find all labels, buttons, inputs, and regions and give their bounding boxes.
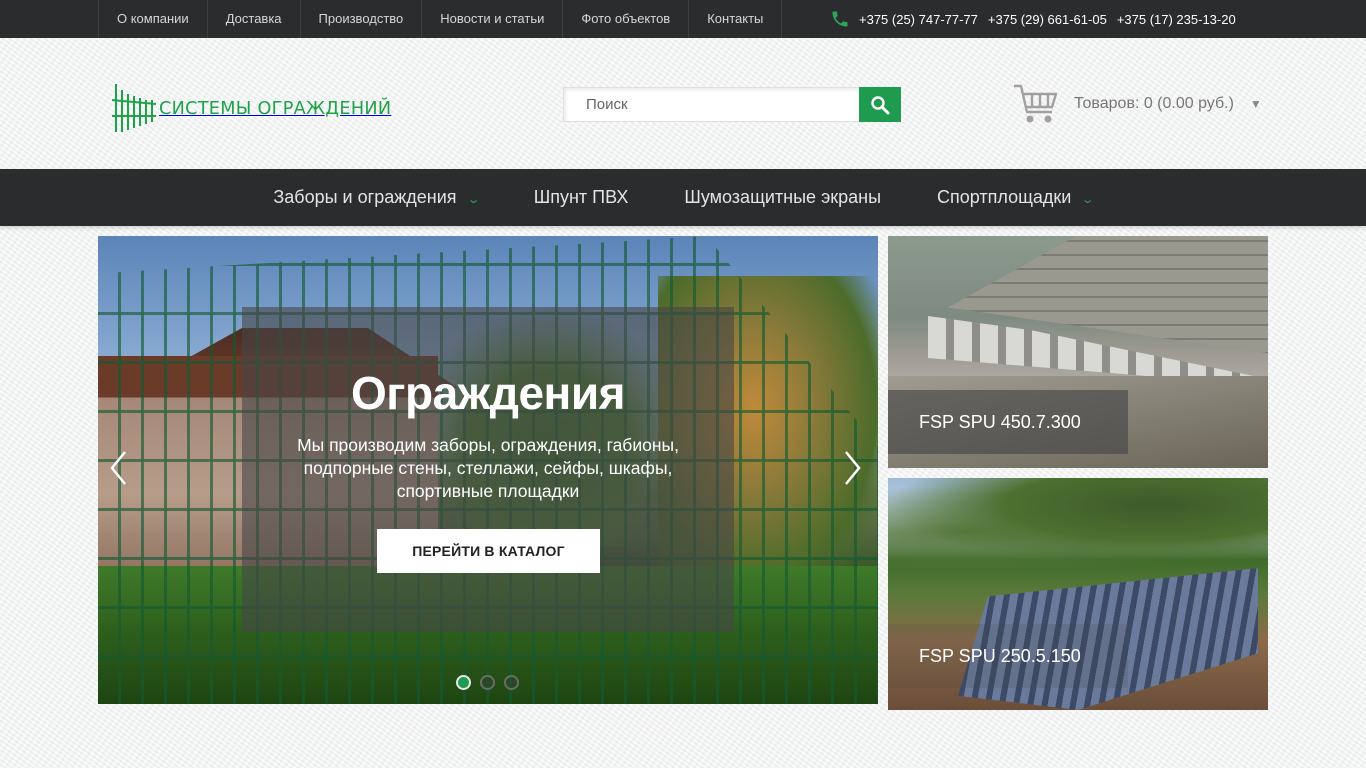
cart-summary: Товаров: 0 (0.00 руб.) — [1074, 95, 1234, 112]
main-nav-label: Шпунт ПВХ — [533, 187, 629, 207]
logo-text: СИСТЕМЫ ОГРАЖДЕНИЙ — [159, 97, 392, 119]
top-nav-item-photos[interactable]: Фото объектов — [563, 0, 690, 38]
fence-logo-icon — [112, 84, 156, 132]
top-nav-item-delivery[interactable]: Доставка — [208, 0, 301, 38]
slider-pagination — [456, 675, 528, 690]
top-nav-item-production[interactable]: Производство — [301, 0, 423, 38]
top-nav-item-news[interactable]: Новости и статьи — [422, 0, 564, 38]
main-nav-item-fences[interactable]: Заборы и ограждения ⌄ — [245, 169, 505, 226]
chevron-down-icon: ⌄ — [466, 194, 481, 206]
main-nav-item-pvc-sheet-pile[interactable]: Шпунт ПВХ — [506, 169, 657, 226]
slider-next-icon[interactable] — [842, 450, 862, 486]
main-nav-item-noise-barriers[interactable]: Шумозащитные экраны — [656, 169, 909, 226]
promo-card-2[interactable]: FSP SPU 250.5.150 — [888, 478, 1268, 710]
phone-number-3[interactable]: +375 (17) 235-13-20 — [1117, 12, 1236, 27]
search-button[interactable] — [859, 87, 901, 122]
site-logo[interactable]: СИСТЕМЫ ОГРАЖДЕНИЙ — [112, 82, 448, 134]
search-box — [563, 87, 901, 122]
chevron-down-icon: ⌄ — [1081, 194, 1095, 206]
phone-icon — [832, 11, 848, 27]
slider-dot-3[interactable] — [504, 675, 519, 690]
go-to-catalog-button[interactable]: ПЕРЕЙТИ В КАТАЛОГ — [377, 529, 600, 573]
search-input[interactable] — [563, 87, 859, 122]
cart-widget[interactable]: Товаров: 0 (0.00 руб.) ▼ — [1012, 82, 1262, 126]
promo-label: FSP SPU 250.5.150 — [888, 624, 1128, 688]
promo-label: FSP SPU 450.7.300 — [888, 390, 1128, 454]
main-nav-label: Заборы и ограждения — [273, 187, 457, 207]
slider-prev-icon[interactable] — [109, 450, 129, 486]
main-nav-label: Шумозащитные экраны — [684, 187, 882, 207]
phone-number-1[interactable]: +375 (25) 747-77-77 — [859, 12, 978, 27]
main-nav-label: Спортплощадки — [937, 187, 1072, 207]
cart-icon — [1014, 84, 1058, 123]
main-nav-item-sports-grounds[interactable]: Спортплощадки ⌄ — [909, 169, 1121, 226]
phone-number-2[interactable]: +375 (29) 661-61-05 — [988, 12, 1107, 27]
top-bar: О компании Доставка Производство Новости… — [0, 0, 1366, 38]
phone-numbers: +375 (25) 747-77-77 +375 (29) 661-61-05 … — [830, 0, 1236, 38]
promo-card-1[interactable]: FSP SPU 450.7.300 — [888, 236, 1268, 468]
slider-dot-1[interactable] — [456, 675, 471, 690]
slider-dot-2[interactable] — [480, 675, 495, 690]
top-nav-item-about[interactable]: О компании — [99, 0, 208, 38]
main-nav: Заборы и ограждения ⌄ Шпунт ПВХ Шумозащи… — [0, 169, 1366, 226]
cart-dropdown-icon[interactable]: ▼ — [1250, 97, 1262, 111]
slide-description: Мы производим заборы, ограждения, габион… — [297, 435, 679, 501]
top-nav: О компании Доставка Производство Новости… — [98, 0, 783, 38]
top-nav-item-contacts[interactable]: Контакты — [689, 0, 783, 38]
slide-title: Ограждения — [351, 367, 625, 419]
search-icon — [871, 95, 890, 114]
